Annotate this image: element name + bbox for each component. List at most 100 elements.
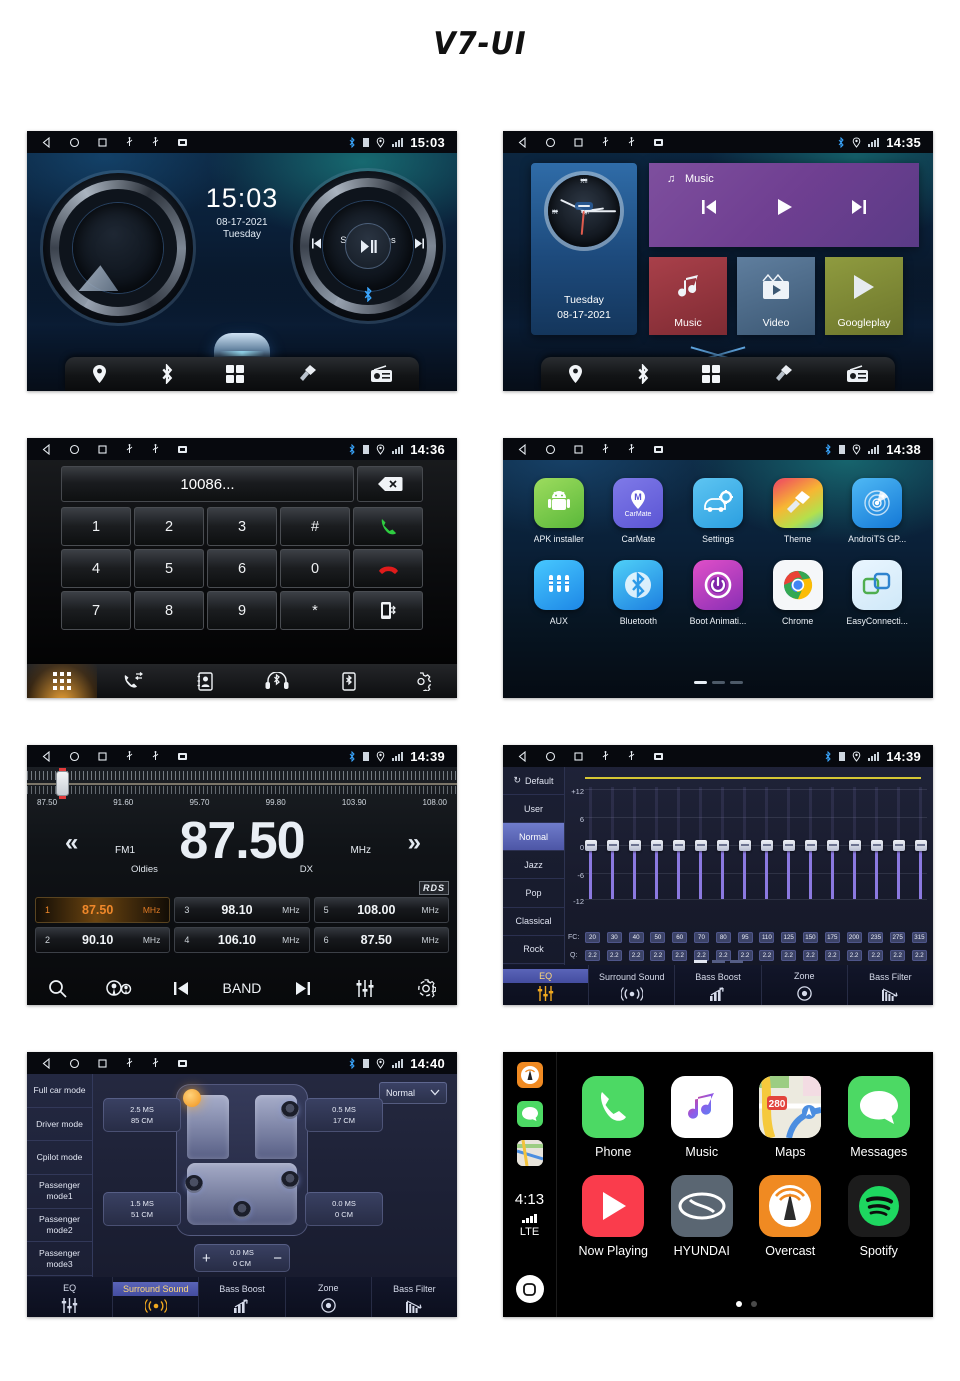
prev-track-icon[interactable] [699, 197, 719, 222]
fc-cell[interactable]: 60 [672, 932, 688, 943]
overcast-mini-icon[interactable] [516, 1062, 543, 1088]
listening-position-marker[interactable] [183, 1089, 201, 1107]
seat-map[interactable] [176, 1084, 308, 1236]
carplay-app-spotify[interactable]: Spotify [835, 1175, 924, 1258]
music-dial-widget[interactable]: Snowdreams [293, 171, 443, 321]
app-bluetooth[interactable]: Bluetooth [599, 560, 679, 626]
carplay-home-button[interactable] [515, 1275, 544, 1303]
tab-eq[interactable]: EQ [27, 1277, 114, 1317]
mode-cpilot[interactable]: Cpilot mode [27, 1141, 92, 1176]
music-widget-controls[interactable] [649, 197, 919, 222]
key-3[interactable]: 3 [207, 507, 277, 546]
fc-cell[interactable]: 50 [650, 932, 666, 943]
eq-preset-jazz[interactable]: Jazz [503, 851, 564, 880]
music-widget[interactable]: ♫ Music [649, 163, 919, 247]
page-dot-1[interactable] [735, 1301, 742, 1307]
fc-cell[interactable]: 235 [868, 932, 884, 943]
eq-fc-row[interactable]: FC: 20 30 40 50 60 70 80 95 110 125 150 … [568, 932, 927, 943]
scan-button[interactable] [88, 979, 149, 998]
recents-icon[interactable] [573, 751, 584, 762]
delay-front-right[interactable]: 0.5 MS 17 CM [305, 1098, 383, 1132]
mode-passenger-2[interactable]: Passenger mode2 [27, 1209, 92, 1243]
key-7[interactable]: 7 [61, 591, 131, 630]
tab-keypad[interactable] [27, 664, 97, 698]
delay-front-left[interactable]: 2.5 MS 85 CM [103, 1098, 181, 1132]
carplay-app-messages[interactable]: Messages [835, 1076, 924, 1159]
next-station-button[interactable] [273, 981, 334, 996]
dialer-tab-bar[interactable] [27, 664, 457, 698]
left-dial-widget[interactable] [43, 173, 193, 323]
tile-googleplay[interactable]: Googleplay [825, 257, 903, 335]
delay-rear-left[interactable]: 1.5 MS 51 CM [103, 1192, 181, 1226]
carplay-page-indicator[interactable] [569, 1301, 923, 1307]
fc-cell[interactable]: 315 [911, 932, 927, 943]
recents-icon[interactable] [97, 1058, 108, 1069]
preset-4[interactable]: 4 106.10 MHz [174, 927, 310, 953]
panel-home-screen[interactable]: 15:03 15:03 08-17-2021 Tuesday Snowdream… [27, 131, 457, 391]
sound-preset-select[interactable]: Normal [379, 1082, 447, 1104]
carplay-app-overcast[interactable]: Overcast [746, 1175, 835, 1258]
tab-surround-sound[interactable]: Surround Sound [113, 1277, 200, 1317]
page-dot-3[interactable] [729, 960, 743, 963]
app-carmate[interactable]: M CarMate CarMate [599, 478, 679, 544]
fc-cell[interactable]: 200 [846, 932, 862, 943]
fc-cell[interactable]: 125 [781, 932, 797, 943]
hangup-button[interactable] [353, 549, 423, 588]
preset-1[interactable]: 1 87.50 MHz [35, 897, 171, 923]
eq-preset-user[interactable]: User [503, 795, 564, 824]
maps-mini-icon[interactable] [516, 1140, 543, 1166]
bluetooth-icon[interactable] [160, 364, 174, 384]
key-star[interactable]: * [280, 591, 350, 630]
key-9[interactable]: 9 [207, 591, 277, 630]
increase-button[interactable]: + [202, 1251, 211, 1266]
analog-clock-widget[interactable]: XII III VI IX Tuesday 08-17-2021 [531, 163, 637, 335]
key-1[interactable]: 1 [61, 507, 131, 546]
next-track-icon[interactable] [413, 237, 426, 255]
app-aux[interactable]: AUX [519, 560, 599, 626]
equalizer-button[interactable] [334, 979, 395, 998]
tile-music[interactable]: Music [649, 257, 727, 335]
navigation-icon[interactable] [91, 364, 108, 384]
panel-dialer[interactable]: 14:36 10086... 1 2 3 # 4 5 6 0 7 8 9 * [27, 438, 457, 698]
eq-page-indicator[interactable] [503, 960, 933, 963]
backspace-button[interactable] [357, 466, 423, 502]
mode-driver[interactable]: Driver mode [27, 1108, 92, 1142]
music-controls[interactable] [293, 223, 443, 269]
home-icon[interactable] [545, 444, 556, 455]
back-icon[interactable] [41, 136, 52, 148]
panel-app-drawer[interactable]: 14:38 APK installer M CarMate CarMate Se… [503, 438, 933, 698]
recents-icon[interactable] [573, 444, 584, 455]
tab-bt-phone[interactable] [313, 671, 385, 691]
fc-cell[interactable]: 95 [737, 932, 753, 943]
apps-icon[interactable] [225, 364, 245, 384]
tab-zone[interactable]: Zone [762, 965, 848, 1005]
key-hash[interactable]: # [280, 507, 350, 546]
key-4[interactable]: 4 [61, 549, 131, 588]
home-dock[interactable] [541, 357, 895, 391]
tab-settings[interactable] [385, 671, 457, 691]
panel-radio[interactable]: 14:39 87.50 91.60 95.70 99.80 103.90 108… [27, 745, 457, 1005]
mode-passenger-1[interactable]: Passenger mode1 [27, 1175, 92, 1209]
mode-passenger-3[interactable]: Passenger mode3 [27, 1242, 92, 1277]
panel-carplay[interactable]: 4:13 LTE Phone Music 280 Maps Messages N… [503, 1052, 933, 1317]
tab-bass-filter[interactable]: Bass Filter [848, 965, 933, 1005]
call-button[interactable] [353, 507, 423, 546]
app-boot-animation[interactable]: Boot Animati... [678, 560, 758, 626]
theme-icon[interactable] [297, 364, 318, 384]
back-icon[interactable] [41, 443, 52, 455]
tab-zone[interactable]: Zone [286, 1277, 372, 1317]
tab-bass-filter[interactable]: Bass Filter [372, 1277, 457, 1317]
settings-button[interactable] [396, 978, 457, 998]
page-dot-2[interactable] [711, 960, 725, 963]
eq-preset-normal[interactable]: Normal [503, 823, 564, 852]
eq-sliders[interactable] [585, 787, 927, 899]
home-icon[interactable] [69, 751, 80, 762]
surround-mode-list[interactable]: Full car mode Driver mode Cpilot mode Pa… [27, 1074, 93, 1277]
fc-cell[interactable]: 110 [759, 932, 775, 943]
carplay-app-music[interactable]: Music [658, 1076, 747, 1159]
app-grid[interactable]: APK installer M CarMate CarMate Settings [519, 478, 917, 626]
radio-icon[interactable] [370, 365, 393, 383]
search-button[interactable] [27, 979, 88, 998]
carplay-sidebar[interactable]: 4:13 LTE [503, 1052, 557, 1317]
app-theme[interactable]: Theme [758, 478, 838, 544]
